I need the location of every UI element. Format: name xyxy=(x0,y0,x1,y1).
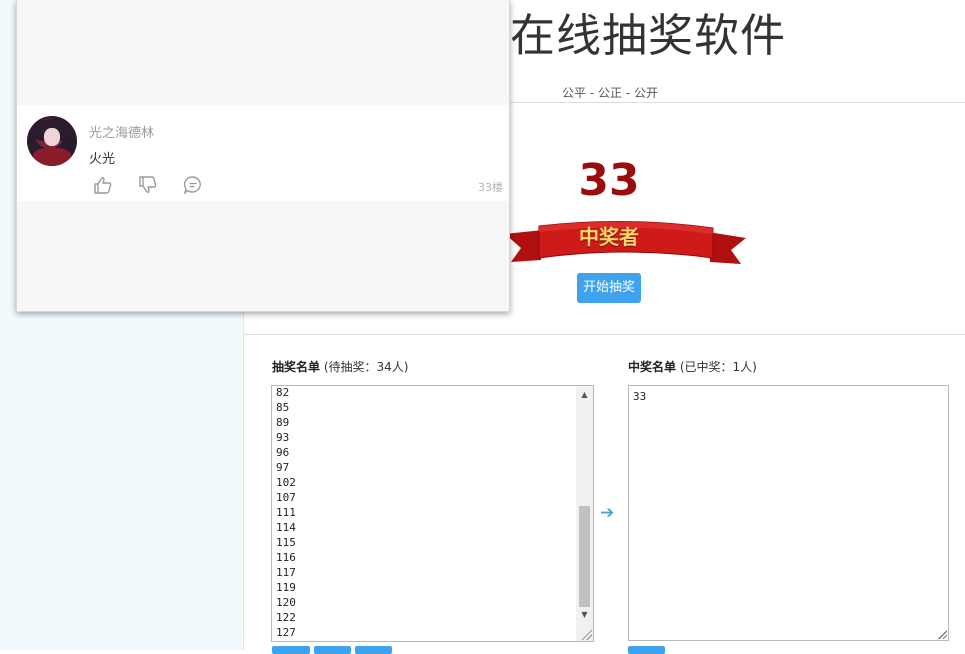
pending-list-item: 119 xyxy=(276,581,296,594)
pending-list-item: 114 xyxy=(276,521,296,534)
pending-list-item: 102 xyxy=(276,476,296,489)
winner-list-count: (已中奖：1人) xyxy=(679,360,757,374)
pending-list-item: 127 xyxy=(276,626,296,639)
page-title: 在线抽奖软件 xyxy=(510,9,787,62)
avatar[interactable] xyxy=(27,116,77,166)
pending-list-item: 96 xyxy=(276,446,290,459)
winner-list-textarea[interactable]: 33 xyxy=(628,385,949,641)
start-draw-button[interactable]: 开始抽奖 xyxy=(577,273,641,303)
pending-list-title: 抽奖名单 xyxy=(272,360,321,374)
scroll-down-icon[interactable]: ▼ xyxy=(576,608,593,622)
list-action-button[interactable] xyxy=(272,646,310,654)
winner-list-label: 中奖名单 (已中奖：1人) xyxy=(628,358,757,375)
comment-text: 火光 xyxy=(89,152,116,167)
resize-grip-icon[interactable] xyxy=(580,628,592,640)
divider xyxy=(243,334,965,335)
pending-list-item: 111 xyxy=(276,506,296,519)
pending-list-count: (待抽奖：34人) xyxy=(323,360,409,374)
pending-list-lines: 82 85 89 93 96 97 102 107 111 114 115 116 117 119 120 1… xyxy=(276,386,296,640)
pending-list-item: 93 xyxy=(276,431,290,444)
list-action-button[interactable] xyxy=(628,646,665,654)
pending-list-item: 89 xyxy=(276,416,290,429)
pending-list-item: 107 xyxy=(276,491,296,504)
comment-username[interactable]: 光之海德林 xyxy=(89,122,154,141)
comment-icon[interactable] xyxy=(183,176,203,194)
winner-list-title: 中奖名单 xyxy=(628,360,677,374)
scroll-thumb[interactable] xyxy=(579,506,590,607)
pending-list-item: 117 xyxy=(276,566,296,579)
pending-list-item: 85 xyxy=(276,401,290,414)
pending-list-item: 115 xyxy=(276,536,296,549)
pending-list-label: 抽奖名单 (待抽奖：34人) xyxy=(272,358,408,375)
resize-grip-icon[interactable] xyxy=(937,629,947,639)
pending-list-item: 97 xyxy=(276,461,290,474)
list-action-button[interactable] xyxy=(355,646,392,654)
pending-list-item: 122 xyxy=(276,611,296,624)
pending-list-item: 82 xyxy=(276,386,290,399)
thumb-down-icon[interactable] xyxy=(138,176,158,194)
pending-list-item: 120 xyxy=(276,596,296,609)
comment-popup: 光之海德林 火光 33楼 xyxy=(16,0,510,312)
comment-floor: 33楼 xyxy=(478,181,503,194)
winner-list-item: 33 xyxy=(633,390,647,403)
comment-item: 光之海德林 火光 33楼 xyxy=(17,105,509,201)
thumb-up-icon[interactable] xyxy=(93,176,113,194)
arrow-right-icon: ➔ xyxy=(600,503,615,523)
pending-list-item: 116 xyxy=(276,551,296,564)
scrollbar[interactable]: ▲ ▼ xyxy=(576,386,593,641)
ribbon-label: 中奖者 xyxy=(579,225,639,249)
pending-list-textarea[interactable]: 82 85 89 93 96 97 102 107 111 114 115 116 117 119 120 1… xyxy=(271,385,594,642)
winner-number: 33 xyxy=(578,155,640,206)
list-action-button[interactable] xyxy=(314,646,351,654)
scroll-up-icon[interactable]: ▲ xyxy=(576,388,593,402)
